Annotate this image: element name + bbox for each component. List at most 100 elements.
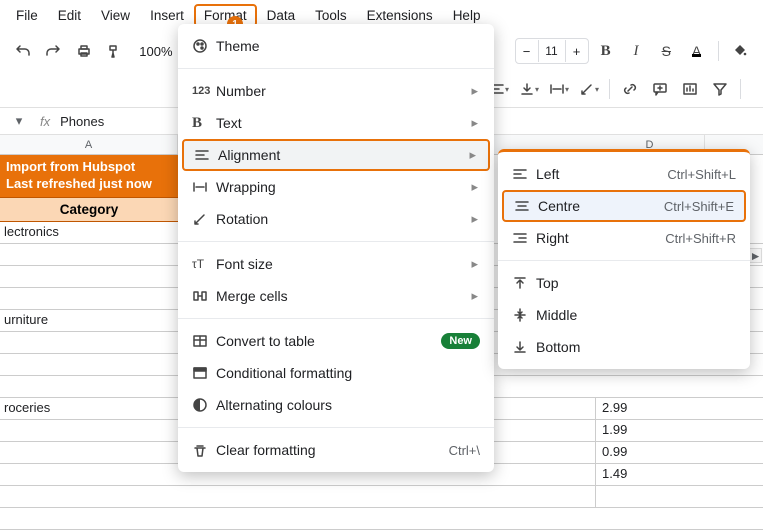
fx-label: fx	[30, 114, 60, 129]
vertical-align-button[interactable]: ▾	[515, 75, 543, 103]
menu-convert-label: Convert to table	[216, 333, 441, 349]
cell[interactable]: 1.99	[595, 420, 705, 441]
menu-separator	[178, 68, 494, 69]
fill-color-button[interactable]	[727, 37, 753, 65]
cell[interactable]: 1.49	[595, 464, 705, 485]
menu-text[interactable]: B Text ▸	[178, 107, 494, 139]
cell[interactable]	[0, 442, 178, 463]
menu-number-label: Number	[216, 83, 471, 99]
submenu-arrow-icon: ▸	[471, 83, 478, 99]
menu-file[interactable]: File	[6, 4, 48, 27]
menu-conditional[interactable]: Conditional formatting	[178, 357, 494, 389]
paint-format-button[interactable]	[101, 37, 127, 65]
table-icon	[192, 333, 216, 349]
align-top-icon	[512, 275, 536, 291]
menu-wrapping[interactable]: Wrapping ▸	[178, 171, 494, 203]
filter-button[interactable]	[706, 75, 734, 103]
new-badge: New	[441, 333, 480, 349]
cell[interactable]: roceries	[0, 398, 178, 419]
alternating-icon	[192, 397, 216, 413]
submenu-arrow-icon: ▸	[471, 115, 478, 131]
cell[interactable]	[0, 266, 178, 287]
banner-line1: Import from Hubspot	[6, 159, 172, 176]
rotation-icon	[192, 211, 216, 227]
menu-number[interactable]: 123 Number ▸	[178, 75, 494, 107]
menu-separator	[178, 318, 494, 319]
menu-view[interactable]: View	[91, 4, 140, 27]
menu-theme-label: Theme	[216, 38, 480, 54]
menu-convert-table[interactable]: Convert to table New	[178, 325, 494, 357]
cell[interactable]	[0, 464, 178, 485]
menu-edit[interactable]: Edit	[48, 4, 91, 27]
fontsize-value[interactable]: 11	[538, 40, 566, 62]
cell[interactable]	[0, 508, 178, 529]
align-bottom-icon	[512, 339, 536, 355]
menu-clear[interactable]: Clear formatting Ctrl+\	[178, 434, 494, 466]
menu-clear-label: Clear formatting	[216, 442, 449, 458]
redo-button[interactable]	[40, 37, 66, 65]
align-top[interactable]: Top	[498, 267, 750, 299]
print-button[interactable]	[71, 37, 97, 65]
menu-alignment-label: Alignment	[218, 147, 469, 163]
menu-conditional-label: Conditional formatting	[216, 365, 480, 381]
align-middle[interactable]: Middle	[498, 299, 750, 331]
submenu-arrow-icon: ▸	[469, 147, 476, 163]
banner-line2: Last refreshed just now	[6, 176, 172, 193]
cell[interactable]: urniture	[0, 310, 178, 331]
align-centre[interactable]: Centre Ctrl+Shift+E	[502, 190, 746, 222]
cell[interactable]	[595, 486, 705, 507]
italic-button[interactable]: I	[623, 37, 649, 65]
menu-theme[interactable]: Theme	[178, 30, 494, 62]
comment-button[interactable]	[646, 75, 674, 103]
zoom-select[interactable]: 100%	[135, 44, 176, 59]
menu-wrapping-label: Wrapping	[216, 179, 471, 195]
alignment-icon	[194, 147, 218, 163]
cell[interactable]	[0, 354, 178, 375]
menu-separator	[178, 427, 494, 428]
menu-alternating[interactable]: Alternating colours	[178, 389, 494, 421]
menu-rotation[interactable]: Rotation ▸	[178, 203, 494, 235]
col-header-a[interactable]: A	[0, 135, 178, 154]
category-header-cell[interactable]: Category	[0, 198, 178, 222]
menu-alignment[interactable]: Alignment ▸	[182, 139, 490, 171]
menu-rotation-label: Rotation	[216, 211, 471, 227]
link-button[interactable]	[616, 75, 644, 103]
bold-button[interactable]: B	[593, 37, 619, 65]
cell[interactable]: 2.99	[595, 398, 705, 419]
import-banner: Import from Hubspot Last refreshed just …	[0, 155, 178, 198]
fontsize-increase[interactable]: +	[566, 44, 588, 59]
align-left[interactable]: Left Ctrl+Shift+L	[498, 158, 750, 190]
clear-icon	[192, 442, 216, 458]
format-menu: Theme 123 Number ▸ B Text ▸ Alignment ▸ …	[178, 24, 494, 472]
formula-value[interactable]: Phones	[60, 114, 104, 129]
cell[interactable]	[0, 332, 178, 353]
menu-merge[interactable]: Merge cells ▸	[178, 280, 494, 312]
align-right[interactable]: Right Ctrl+Shift+R	[498, 222, 750, 254]
cell[interactable]	[0, 486, 178, 507]
chart-button[interactable]	[676, 75, 704, 103]
separator	[718, 41, 719, 61]
undo-button[interactable]	[10, 37, 36, 65]
wrap-button[interactable]: ▾	[545, 75, 573, 103]
menu-separator	[498, 260, 750, 261]
align-bottom[interactable]: Bottom	[498, 331, 750, 363]
cell[interactable]	[0, 376, 178, 397]
wrapping-icon	[192, 179, 216, 195]
menu-fontsize[interactable]: τT Font size ▸	[178, 248, 494, 280]
cell[interactable]: 0.99	[595, 442, 705, 463]
conditional-icon	[192, 365, 216, 381]
align-left-shortcut: Ctrl+Shift+L	[667, 167, 736, 182]
strikethrough-button[interactable]: S	[653, 37, 679, 65]
text-color-button[interactable]: A	[683, 37, 709, 65]
fontsize-decrease[interactable]: −	[516, 44, 538, 59]
cell[interactable]	[0, 288, 178, 309]
cell[interactable]: lectronics	[0, 222, 178, 243]
fontsize-control: − 11 +	[515, 38, 589, 64]
cell[interactable]	[0, 244, 178, 265]
name-box-dropdown[interactable]: ▾	[8, 113, 30, 129]
rotate-button[interactable]: ▾	[575, 75, 603, 103]
cell[interactable]	[0, 420, 178, 441]
submenu-arrow-icon: ▸	[471, 179, 478, 195]
align-middle-icon	[512, 307, 536, 323]
scroll-right-icon[interactable]: ►	[749, 248, 762, 263]
